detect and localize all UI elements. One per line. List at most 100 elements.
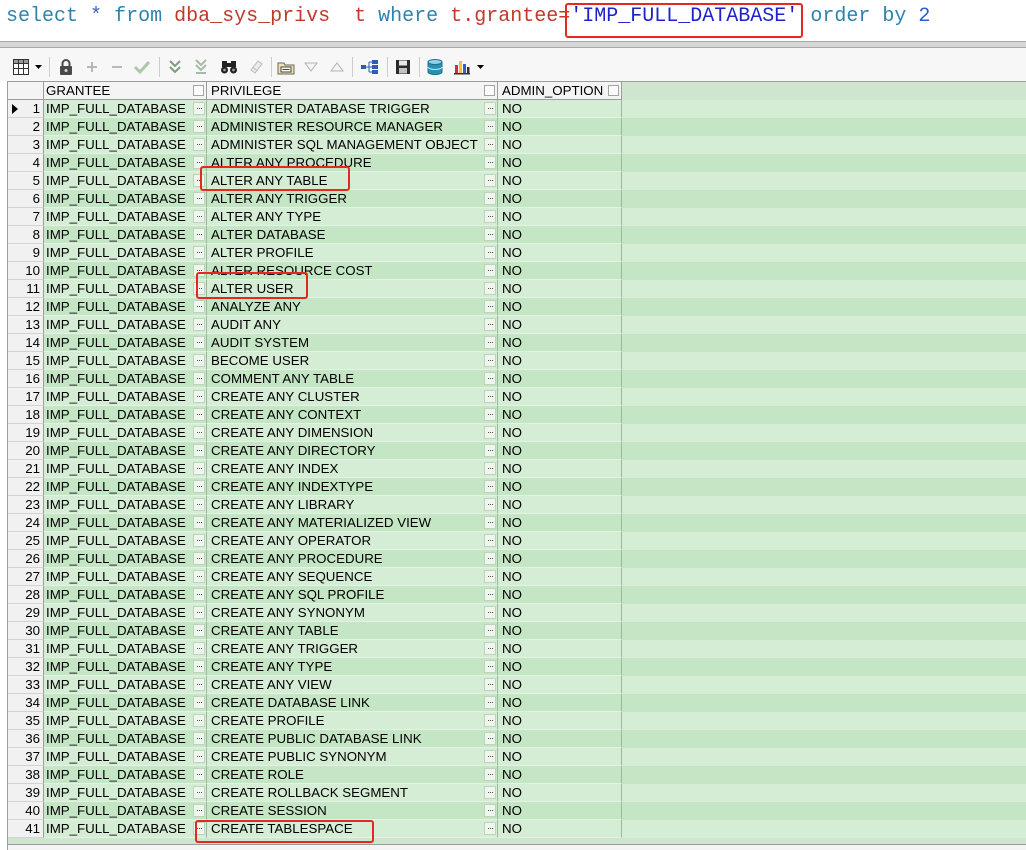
- table-row[interactable]: 37 IMP_FULL_DATABASE ··· CREATE PUBLIC SYNO…: [8, 748, 1026, 766]
- grantee-ellipsis-button[interactable]: ···: [193, 480, 205, 493]
- grantee-cell[interactable]: IMP_FULL_DATABASE ···: [44, 442, 207, 460]
- admin-option-cell[interactable]: NO: [498, 334, 622, 352]
- row-number-cell[interactable]: 8: [8, 226, 44, 244]
- row-number-cell[interactable]: 35: [8, 712, 44, 730]
- grantee-cell[interactable]: IMP_FULL_DATABASE ···: [44, 514, 207, 532]
- row-number-cell[interactable]: 23: [8, 496, 44, 514]
- table-row[interactable]: 38 IMP_FULL_DATABASE ··· CREATE ROLE ··· NO: [8, 766, 1026, 784]
- row-number-cell[interactable]: 27: [8, 568, 44, 586]
- privilege-ellipsis-button[interactable]: ···: [484, 174, 496, 187]
- privilege-cell[interactable]: ALTER ANY TRIGGER ···: [207, 190, 498, 208]
- privilege-cell[interactable]: CREATE ANY DIRECTORY ···: [207, 442, 498, 460]
- admin-option-cell[interactable]: NO: [498, 748, 622, 766]
- row-number-cell[interactable]: 38: [8, 766, 44, 784]
- privilege-ellipsis-button[interactable]: ···: [484, 390, 496, 403]
- grantee-ellipsis-button[interactable]: ···: [193, 588, 205, 601]
- privilege-ellipsis-button[interactable]: ···: [484, 282, 496, 295]
- table-row[interactable]: 30 IMP_FULL_DATABASE ··· CREATE ANY TABLE ··…: [8, 622, 1026, 640]
- grantee-cell[interactable]: IMP_FULL_DATABASE ···: [44, 154, 207, 172]
- admin-option-cell[interactable]: NO: [498, 496, 622, 514]
- row-number-cell[interactable]: 16: [8, 370, 44, 388]
- table-row[interactable]: 39 IMP_FULL_DATABASE ··· CREATE ROLLBACK SE…: [8, 784, 1026, 802]
- admin-option-cell[interactable]: NO: [498, 100, 622, 118]
- privilege-ellipsis-button[interactable]: ···: [484, 660, 496, 673]
- table-row[interactable]: 40 IMP_FULL_DATABASE ··· CREATE SESSION ··· N…: [8, 802, 1026, 820]
- table-row[interactable]: 28 IMP_FULL_DATABASE ··· CREATE ANY SQL PRO…: [8, 586, 1026, 604]
- grantee-ellipsis-button[interactable]: ···: [193, 192, 205, 205]
- admin-option-cell[interactable]: NO: [498, 190, 622, 208]
- table-row[interactable]: 23 IMP_FULL_DATABASE ··· CREATE ANY LIBRARY…: [8, 496, 1026, 514]
- admin-option-cell[interactable]: NO: [498, 226, 622, 244]
- column-header-admin-option[interactable]: ADMIN_OPTION: [498, 82, 622, 100]
- admin-option-cell[interactable]: NO: [498, 154, 622, 172]
- grantee-cell[interactable]: IMP_FULL_DATABASE ···: [44, 460, 207, 478]
- column-sort-button[interactable]: [608, 85, 619, 96]
- grantee-ellipsis-button[interactable]: ···: [193, 390, 205, 403]
- row-number-cell[interactable]: 29: [8, 604, 44, 622]
- column-sort-button[interactable]: [484, 85, 495, 96]
- privilege-cell[interactable]: CREATE ANY TABLE ···: [207, 622, 498, 640]
- grantee-ellipsis-button[interactable]: ···: [193, 156, 205, 169]
- admin-option-cell[interactable]: NO: [498, 280, 622, 298]
- insert-record-button[interactable]: [81, 56, 103, 78]
- grantee-cell[interactable]: IMP_FULL_DATABASE ···: [44, 172, 207, 190]
- row-number-cell[interactable]: 32: [8, 658, 44, 676]
- row-number-cell[interactable]: 6: [8, 190, 44, 208]
- grantee-cell[interactable]: IMP_FULL_DATABASE ···: [44, 730, 207, 748]
- admin-option-cell[interactable]: NO: [498, 262, 622, 280]
- previous-record-button[interactable]: [326, 56, 348, 78]
- table-row[interactable]: 19 IMP_FULL_DATABASE ··· CREATE ANY DIMENSI…: [8, 424, 1026, 442]
- admin-option-cell[interactable]: NO: [498, 244, 622, 262]
- privilege-cell[interactable]: ADMINISTER DATABASE TRIGGER ···: [207, 100, 498, 118]
- privilege-ellipsis-button[interactable]: ···: [484, 552, 496, 565]
- admin-option-cell[interactable]: NO: [498, 640, 622, 658]
- row-number-cell[interactable]: 22: [8, 478, 44, 496]
- grantee-ellipsis-button[interactable]: ···: [193, 426, 205, 439]
- privilege-cell[interactable]: ALTER DATABASE ···: [207, 226, 498, 244]
- grantee-ellipsis-button[interactable]: ···: [193, 678, 205, 691]
- admin-option-cell[interactable]: NO: [498, 442, 622, 460]
- grantee-cell[interactable]: IMP_FULL_DATABASE ···: [44, 676, 207, 694]
- table-row[interactable]: 29 IMP_FULL_DATABASE ··· CREATE ANY SYNONYM…: [8, 604, 1026, 622]
- admin-option-cell[interactable]: NO: [498, 460, 622, 478]
- table-row[interactable]: 20 IMP_FULL_DATABASE ··· CREATE ANY DIRECTO…: [8, 442, 1026, 460]
- row-number-cell[interactable]: 17: [8, 388, 44, 406]
- table-row[interactable]: 24 IMP_FULL_DATABASE ··· CREATE ANY MATERIA…: [8, 514, 1026, 532]
- grantee-cell[interactable]: IMP_FULL_DATABASE ···: [44, 766, 207, 784]
- row-number-cell[interactable]: 12: [8, 298, 44, 316]
- row-number-cell[interactable]: 28: [8, 586, 44, 604]
- table-row[interactable]: 3 IMP_FULL_DATABASE ··· ADMINISTER SQL MANA…: [8, 136, 1026, 154]
- admin-option-cell[interactable]: NO: [498, 694, 622, 712]
- admin-option-cell[interactable]: NO: [498, 586, 622, 604]
- grantee-cell[interactable]: IMP_FULL_DATABASE ···: [44, 550, 207, 568]
- row-number-cell[interactable]: 36: [8, 730, 44, 748]
- admin-option-cell[interactable]: NO: [498, 172, 622, 190]
- grantee-cell[interactable]: IMP_FULL_DATABASE ···: [44, 100, 207, 118]
- grantee-cell[interactable]: IMP_FULL_DATABASE ···: [44, 712, 207, 730]
- privilege-cell[interactable]: CREATE ANY OPERATOR ···: [207, 532, 498, 550]
- grantee-ellipsis-button[interactable]: ···: [193, 282, 205, 295]
- table-row[interactable]: 18 IMP_FULL_DATABASE ··· CREATE ANY CONTEXT…: [8, 406, 1026, 424]
- chart-dropdown[interactable]: [475, 56, 485, 78]
- admin-option-cell[interactable]: NO: [498, 712, 622, 730]
- admin-option-cell[interactable]: NO: [498, 118, 622, 136]
- admin-option-cell[interactable]: NO: [498, 730, 622, 748]
- privilege-ellipsis-button[interactable]: ···: [484, 804, 496, 817]
- privilege-cell[interactable]: ALTER ANY PROCEDURE ···: [207, 154, 498, 172]
- grantee-ellipsis-button[interactable]: ···: [193, 228, 205, 241]
- grantee-cell[interactable]: IMP_FULL_DATABASE ···: [44, 748, 207, 766]
- grid-view-dropdown[interactable]: [33, 56, 43, 78]
- grantee-ellipsis-button[interactable]: ···: [193, 804, 205, 817]
- table-row[interactable]: 36 IMP_FULL_DATABASE ··· CREATE PUBLIC DATA…: [8, 730, 1026, 748]
- grantee-ellipsis-button[interactable]: ···: [193, 786, 205, 799]
- privilege-ellipsis-button[interactable]: ···: [484, 642, 496, 655]
- grantee-ellipsis-button[interactable]: ···: [193, 516, 205, 529]
- row-number-header[interactable]: [8, 82, 44, 100]
- record-tree-button[interactable]: [359, 56, 381, 78]
- table-row[interactable]: 9 IMP_FULL_DATABASE ··· ALTER PROFILE ··· NO: [8, 244, 1026, 262]
- table-row[interactable]: 34 IMP_FULL_DATABASE ··· CREATE DATABASE LI…: [8, 694, 1026, 712]
- privilege-ellipsis-button[interactable]: ···: [484, 678, 496, 691]
- admin-option-cell[interactable]: NO: [498, 424, 622, 442]
- row-number-cell[interactable]: 11: [8, 280, 44, 298]
- row-number-cell[interactable]: 14: [8, 334, 44, 352]
